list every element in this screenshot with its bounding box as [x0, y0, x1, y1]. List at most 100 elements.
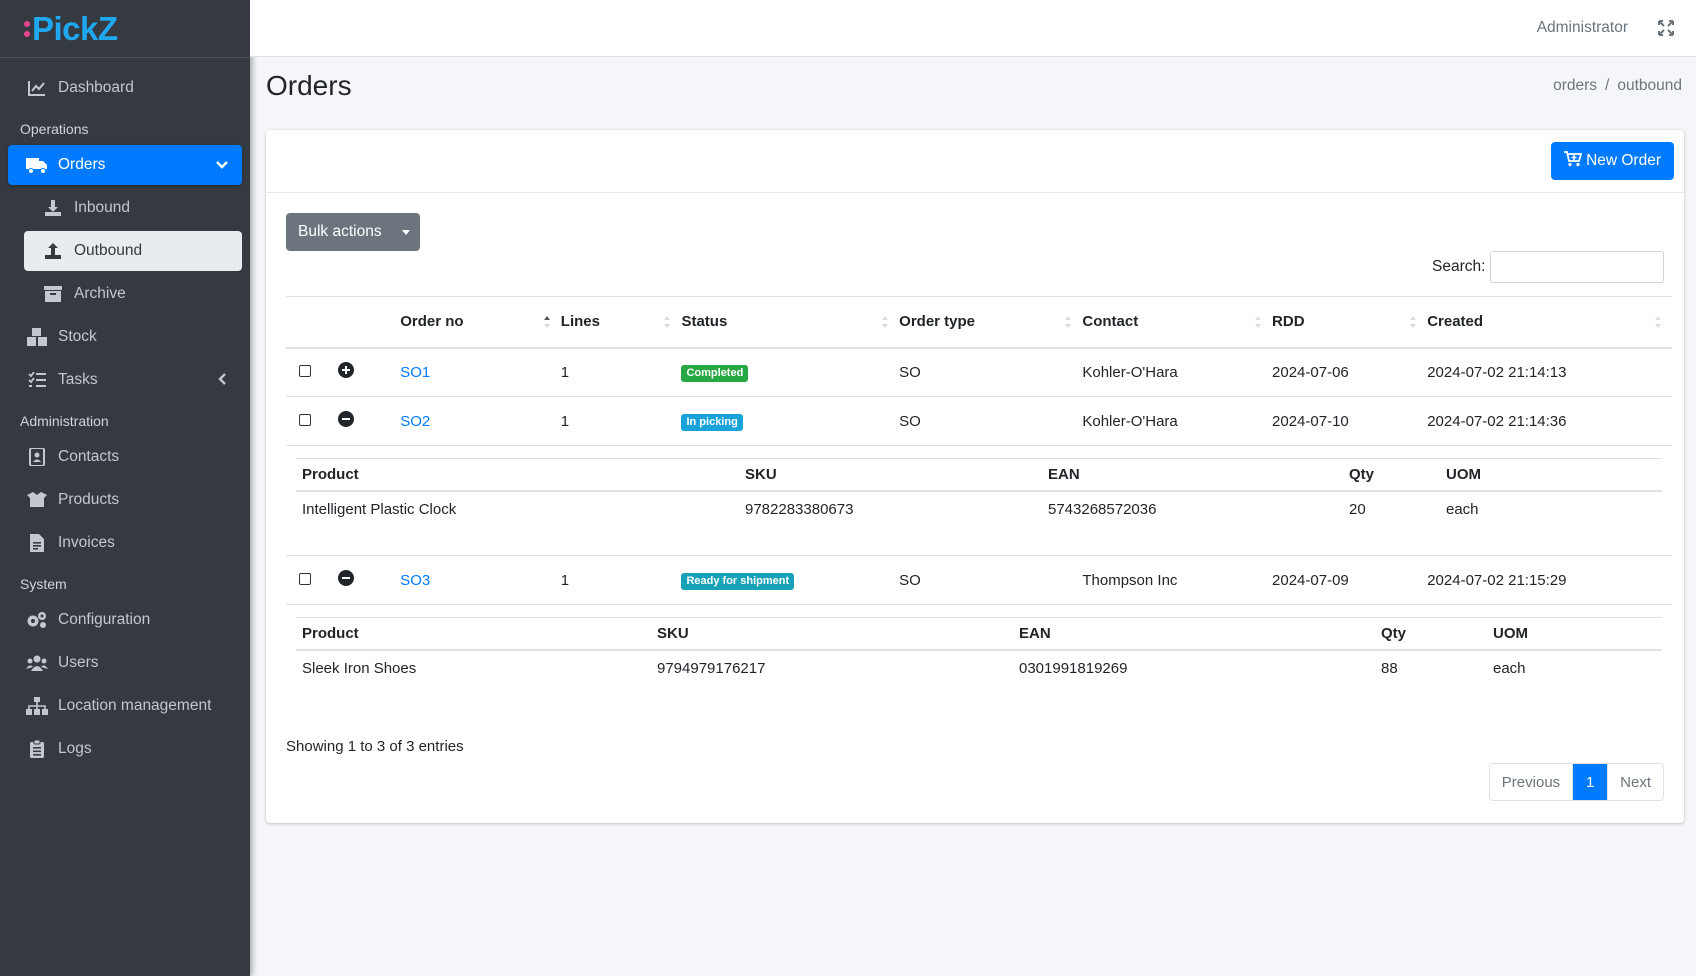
sidebar-item-stock[interactable]: Stock [8, 317, 242, 357]
search-label: Search: [1432, 258, 1486, 275]
sidebar-item-label: Location management [58, 697, 212, 714]
boxes-icon [26, 327, 48, 347]
sidebar-nav: Dashboard Operations Orders Inbound Outb… [0, 58, 250, 769]
table-row: SO2 1 In picking SO Kohler-O'Hara 2024-0… [286, 396, 1672, 446]
order-link[interactable]: SO3 [400, 572, 430, 589]
column-header-lines[interactable]: Lines [560, 296, 682, 349]
chevron-left-icon [218, 372, 228, 390]
table-header-row: Order no Lines Status Order type Contact… [286, 296, 1672, 349]
sidebar-item-users[interactable]: Users [8, 643, 242, 683]
sidebar-item-label: Users [58, 654, 99, 671]
nav-header-system: System [20, 576, 67, 592]
order-lines-table: Product SKU EAN Qty UOM Sleek Iron Shoes… [296, 617, 1662, 686]
sidebar-item-orders[interactable]: Orders [8, 145, 242, 185]
pagination-next[interactable]: Next [1607, 764, 1663, 800]
fullscreen-icon[interactable] [1658, 20, 1674, 40]
pagination-previous[interactable]: Previous [1489, 764, 1574, 800]
product-cell: Sleek Iron Shoes [302, 659, 417, 677]
status-badge: Ready for shipment [681, 572, 795, 590]
rdd-cell: 2024-07-06 [1272, 347, 1428, 397]
truck-icon [26, 155, 48, 175]
detail-header-ean: EAN [1013, 617, 1375, 651]
created-cell: 2024-07-02 21:15:29 [1427, 555, 1672, 605]
column-header-rdd[interactable]: RDD [1272, 296, 1428, 349]
archive-icon [42, 284, 64, 304]
uom-cell: each [1446, 500, 1479, 518]
order-detail-row: Product SKU EAN Qty UOM Intelligent Plas… [286, 445, 1672, 556]
order-detail-row: Product SKU EAN Qty UOM Sleek Iron Shoes… [286, 604, 1672, 695]
table-row: SO1 1 Completed SO Kohler-O'Hara 2024-07… [286, 347, 1672, 397]
invoice-icon [26, 533, 48, 553]
breadcrumb-outbound: outbound [1617, 77, 1682, 94]
sort-icon [664, 316, 671, 328]
detail-row: Intelligent Plastic Clock 9782283380673 … [296, 491, 1662, 527]
sidebar-item-invoices[interactable]: Invoices [8, 523, 242, 563]
breadcrumb-orders[interactable]: orders [1553, 77, 1597, 95]
column-label: Contact [1082, 313, 1139, 331]
sort-icon [1065, 316, 1072, 328]
brand[interactable]: PickZ [0, 0, 250, 58]
status-badge: Completed [681, 364, 749, 382]
order-link[interactable]: SO1 [400, 364, 430, 381]
sidebar-item-products[interactable]: Products [8, 480, 242, 520]
sidebar-item-label: Archive [74, 285, 126, 302]
search-input[interactable] [1490, 251, 1664, 283]
tasks-icon [26, 370, 48, 390]
sidebar-item-logs[interactable]: Logs [8, 729, 242, 769]
pagination-page-1[interactable]: 1 [1573, 764, 1608, 800]
sidebar-item-archive[interactable]: Archive [24, 274, 242, 314]
chevron-down-icon [216, 157, 228, 175]
order-lines-table: Product SKU EAN Qty UOM Intelligent Plas… [296, 458, 1662, 527]
brand-logo[interactable]: PickZ [24, 10, 118, 48]
user-menu[interactable]: Administrator [1537, 19, 1628, 37]
collapse-minus-icon[interactable] [337, 570, 354, 590]
qty-cell: 88 [1381, 659, 1398, 677]
sort-icon [1410, 316, 1417, 328]
column-header-contact[interactable]: Contact [1082, 296, 1273, 349]
sidebar-item-tasks[interactable]: Tasks [8, 360, 242, 400]
detail-header-product: Product [296, 458, 739, 492]
users-icon [26, 653, 48, 673]
card-header: New Order [266, 130, 1684, 193]
collapse-minus-icon[interactable] [337, 411, 354, 431]
sitemap-icon [26, 696, 48, 716]
sidebar-item-label: Outbound [74, 242, 143, 259]
cogs-icon [26, 610, 48, 630]
sidebar-item-location-management[interactable]: Location management [8, 686, 242, 726]
ean-cell: 0301991819269 [1019, 659, 1128, 677]
order-type-cell: SO [899, 396, 1083, 446]
sidebar-item-contacts[interactable]: Contacts [8, 437, 242, 477]
pagination: Previous 1 Next [1488, 763, 1664, 801]
sidebar-item-inbound[interactable]: Inbound [24, 188, 242, 228]
column-header-order-type[interactable]: Order type [899, 296, 1083, 349]
bulk-actions-button[interactable]: Bulk actions [286, 213, 420, 251]
expand-plus-icon[interactable] [337, 362, 354, 382]
column-header-order-no[interactable]: Order no [400, 296, 561, 349]
row-checkbox[interactable] [299, 413, 311, 426]
sidebar-item-outbound[interactable]: Outbound [24, 231, 242, 271]
orders-card: New Order Bulk actions Search: Order no … [266, 130, 1684, 823]
qty-cell: 20 [1349, 500, 1366, 518]
expand-column-header [324, 296, 401, 349]
column-label: Status [681, 313, 728, 331]
address-book-icon [26, 447, 48, 467]
detail-row: Sleek Iron Shoes 9794979176217 030199181… [296, 650, 1662, 686]
topbar: Administrator [250, 0, 1696, 57]
sidebar-item-dashboard[interactable]: Dashboard [8, 68, 242, 108]
order-link[interactable]: SO2 [400, 413, 430, 430]
product-cell: Intelligent Plastic Clock [302, 500, 457, 518]
rdd-cell: 2024-07-09 [1272, 555, 1428, 605]
order-type-cell: SO [899, 347, 1083, 397]
caret-down-icon[interactable] [392, 229, 420, 235]
new-order-button[interactable]: New Order [1551, 142, 1674, 180]
sidebar-item-label: Invoices [58, 534, 115, 551]
column-header-status[interactable]: Status [681, 296, 900, 349]
sidebar-item-configuration[interactable]: Configuration [8, 600, 242, 640]
column-header-created[interactable]: Created [1427, 296, 1672, 349]
row-checkbox[interactable] [299, 572, 311, 585]
created-cell: 2024-07-02 21:14:36 [1427, 396, 1672, 446]
row-checkbox[interactable] [299, 364, 311, 377]
detail-header-sku: SKU [651, 617, 1013, 651]
sidebar-item-label: Stock [58, 328, 97, 345]
column-label: RDD [1272, 313, 1305, 331]
